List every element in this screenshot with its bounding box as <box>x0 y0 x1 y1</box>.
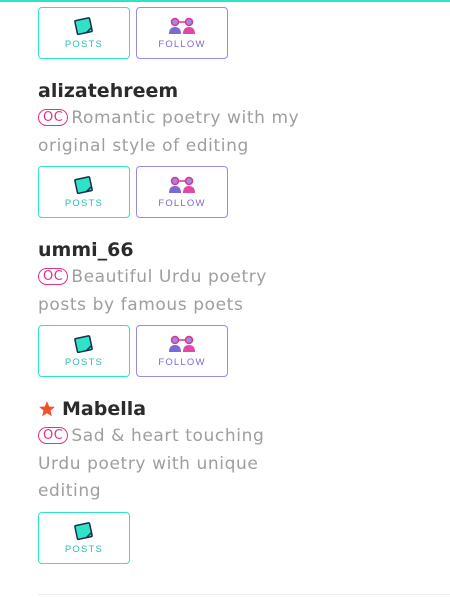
divider <box>38 594 450 595</box>
posts-label: POSTS <box>64 356 104 368</box>
star-icon <box>39 401 55 417</box>
posts-label: POSTS <box>64 197 104 209</box>
oc-badge: OC <box>38 268 69 285</box>
profile-card: Mabella OC Sad & heart touching Urdu poet… <box>38 395 338 506</box>
sticky-note-icon <box>74 521 93 540</box>
profile-description: OC Sad & heart touching Urdu poetry with … <box>38 423 308 506</box>
follow-label: FOLLOW <box>158 356 206 368</box>
button-row: POSTS FOLLOW <box>38 325 228 377</box>
top-accent-bar <box>0 0 450 2</box>
follow-button[interactable]: FOLLOW <box>136 7 228 59</box>
profile-card: ummi_66 OC Beautiful Urdu poetry posts by… <box>38 236 338 319</box>
profile-description-text: Romantic poetry with my original style o… <box>38 108 300 156</box>
button-row: POSTS FOLLOW <box>38 166 228 218</box>
profile-name[interactable]: alizatehreem <box>38 77 338 105</box>
profile-description-text: Beautiful Urdu poetry posts by famous po… <box>38 267 267 315</box>
profile-name-text[interactable]: ummi_66 <box>38 236 134 264</box>
users-follow-icon <box>169 17 195 34</box>
profile-description: OC Romantic poetry with my original style… <box>38 105 308 160</box>
profile-card: alizatehreem OC Romantic poetry with my o… <box>38 77 338 160</box>
follow-label: FOLLOW <box>158 197 206 209</box>
oc-badge: OC <box>38 427 69 444</box>
sticky-note-icon <box>74 16 93 35</box>
profile-name[interactable]: Mabella <box>38 395 338 423</box>
profile-name[interactable]: ummi_66 <box>38 236 338 264</box>
button-row: POSTS FOLLOW <box>38 7 228 59</box>
posts-button[interactable]: POSTS <box>38 7 130 59</box>
profile-description: OC Beautiful Urdu poetry posts by famous … <box>38 264 308 319</box>
posts-button[interactable]: POSTS <box>38 512 130 564</box>
users-follow-icon <box>169 335 195 352</box>
follow-button[interactable]: FOLLOW <box>136 325 228 377</box>
posts-label: POSTS <box>64 543 104 555</box>
users-follow-icon <box>169 176 195 193</box>
follow-button[interactable]: FOLLOW <box>136 166 228 218</box>
profile-name-text[interactable]: Mabella <box>62 395 146 423</box>
follow-label: FOLLOW <box>158 38 206 50</box>
oc-badge: OC <box>38 109 69 126</box>
posts-label: POSTS <box>64 38 104 50</box>
sticky-note-icon <box>74 334 93 353</box>
profile-name-text[interactable]: alizatehreem <box>38 77 178 105</box>
profile-description-text: Sad & heart touching Urdu poetry with un… <box>38 426 265 501</box>
sticky-note-icon <box>74 175 93 194</box>
posts-button[interactable]: POSTS <box>38 166 130 218</box>
button-row: POSTS <box>38 512 130 564</box>
posts-button[interactable]: POSTS <box>38 325 130 377</box>
